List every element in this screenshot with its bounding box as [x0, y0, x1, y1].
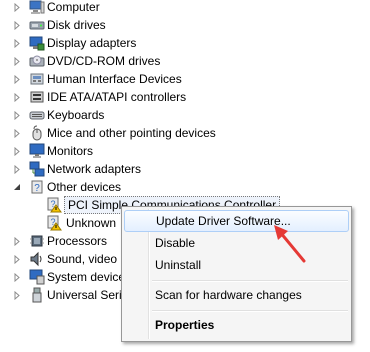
warning-device-icon: ?	[46, 215, 62, 231]
tree-item-label: Keyboards	[47, 108, 105, 122]
red-arrow-annotation	[274, 225, 306, 263]
expand-arrow-icon[interactable]	[13, 21, 22, 30]
tree-item-mice[interactable]: Mice and other pointing devices	[0, 124, 370, 142]
expand-arrow-icon[interactable]	[13, 3, 22, 12]
tree-item-display-adapters[interactable]: Display adapters	[0, 34, 370, 52]
expand-arrow-icon[interactable]	[13, 75, 22, 84]
tree-item-label: Processors	[47, 234, 108, 248]
collapse-arrow-icon[interactable]	[13, 183, 22, 192]
tree-item-dvd-drives[interactable]: DVD/CD-ROM drives	[0, 52, 370, 70]
tree-item-other-devices[interactable]: ? Other devices	[0, 178, 370, 196]
network-adapter-icon	[29, 161, 45, 177]
tree-item-human-interface-devices[interactable]: Human Interface Devices	[0, 70, 370, 88]
expand-arrow-icon[interactable]	[13, 237, 22, 246]
tree-item-label: Computer	[47, 0, 100, 14]
hid-icon	[29, 71, 45, 87]
tree-item-label: Disk drives	[47, 18, 106, 32]
menu-item-properties[interactable]: Properties	[124, 314, 349, 336]
tree-item-monitors[interactable]: Monitors	[0, 142, 370, 160]
tree-item-disk-drives[interactable]: Disk drives	[0, 16, 370, 34]
tree-item-label: Sound, video	[47, 252, 118, 266]
expand-arrow-icon[interactable]	[13, 291, 22, 300]
menu-separator	[152, 280, 348, 282]
expand-arrow-icon[interactable]	[13, 147, 22, 156]
display-adapter-icon	[29, 35, 45, 51]
tree-item-label: Display adapters	[47, 36, 137, 50]
tree-item-label: Universal Seria	[47, 288, 129, 302]
tree-item-keyboards[interactable]: Keyboards	[0, 106, 370, 124]
tree-item-label: DVD/CD-ROM drives	[47, 54, 161, 68]
tree-item-label: Network adapters	[47, 162, 142, 176]
expand-arrow-icon[interactable]	[13, 111, 22, 120]
processor-icon	[29, 233, 45, 249]
expand-arrow-icon[interactable]	[13, 93, 22, 102]
disk-drive-icon	[29, 17, 45, 33]
tree-item-label: Other devices	[47, 180, 122, 194]
tree-item-network-adapters[interactable]: Network adapters	[0, 160, 370, 178]
tree-item-label: Human Interface Devices	[47, 72, 182, 86]
expand-arrow-icon[interactable]	[13, 129, 22, 138]
menu-item-uninstall[interactable]: Uninstall	[124, 254, 349, 276]
menu-separator	[152, 310, 348, 312]
warning-device-icon: ?	[46, 197, 62, 213]
ide-controller-icon	[29, 89, 45, 105]
tree-item-ide-controllers[interactable]: IDE ATA/ATAPI controllers	[0, 88, 370, 106]
tree-item-computer[interactable]: Computer	[0, 0, 370, 16]
keyboard-icon	[29, 107, 45, 123]
expand-arrow-icon[interactable]	[13, 39, 22, 48]
context-menu: Update Driver Software... Disable Uninst…	[121, 206, 352, 342]
system-device-icon	[29, 269, 45, 285]
other-devices-icon: ?	[29, 179, 45, 195]
tree-item-label: Monitors	[47, 144, 94, 158]
expand-arrow-icon[interactable]	[13, 165, 22, 174]
svg-text:?: ?	[34, 183, 40, 194]
computer-icon	[29, 0, 45, 15]
tree-item-label: Unknown	[66, 216, 117, 230]
menu-item-scan-for-hardware-changes[interactable]: Scan for hardware changes	[124, 284, 349, 306]
tree-item-label: Mice and other pointing devices	[47, 126, 216, 140]
mouse-icon	[29, 125, 45, 141]
expand-arrow-icon[interactable]	[13, 255, 22, 264]
expand-arrow-icon[interactable]	[13, 57, 22, 66]
tree-item-label: System device	[47, 270, 126, 284]
sound-icon	[29, 251, 45, 267]
dvd-drive-icon	[29, 53, 45, 69]
monitor-icon	[29, 143, 45, 159]
menu-item-update-driver-software[interactable]: Update Driver Software...	[124, 210, 349, 232]
usb-icon	[29, 287, 45, 303]
tree-item-label: IDE ATA/ATAPI controllers	[47, 90, 187, 104]
menu-item-disable[interactable]: Disable	[124, 232, 349, 254]
expand-arrow-icon[interactable]	[13, 273, 22, 282]
